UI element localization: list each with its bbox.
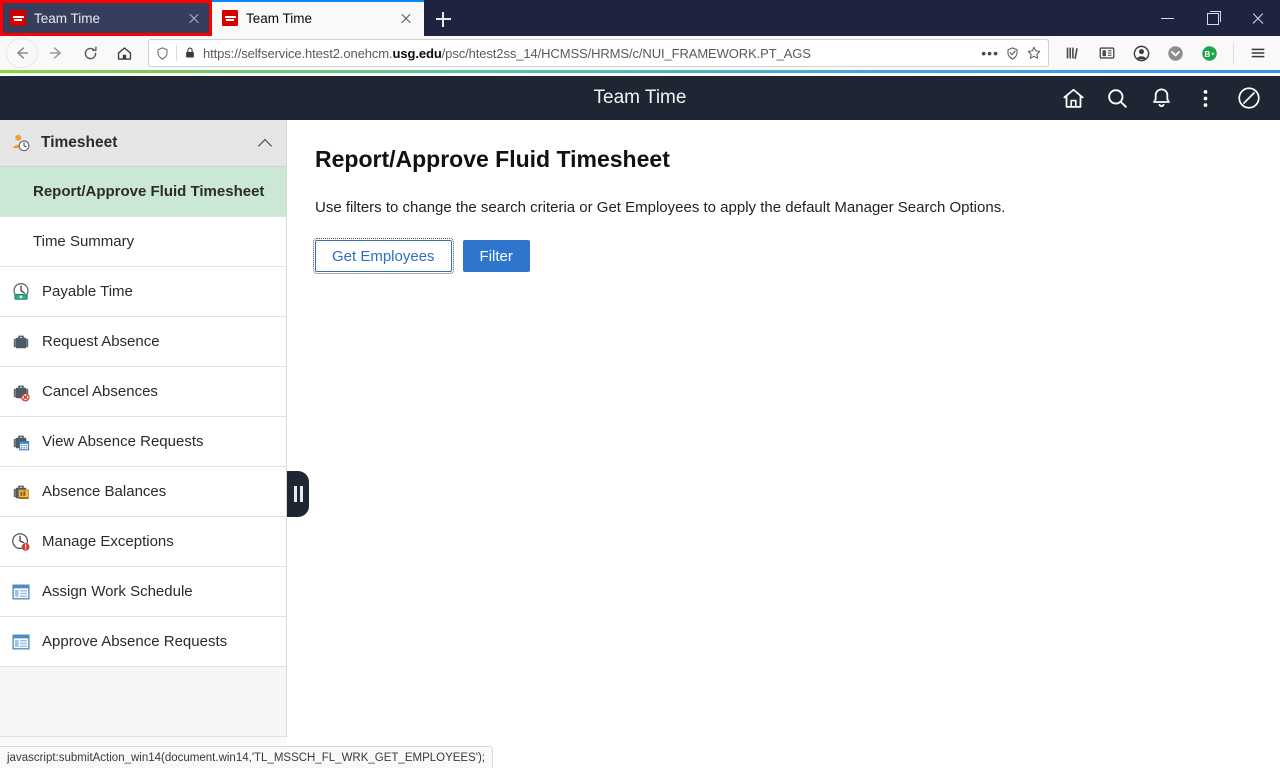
sidebar-item-label: Cancel Absences bbox=[42, 383, 158, 400]
sidebar-item-view-absence-requests[interactable]: View Absence Requests bbox=[0, 417, 286, 467]
divider bbox=[1233, 43, 1234, 63]
sidebar-item-label: Manage Exceptions bbox=[42, 533, 174, 550]
tab-title: Team Time bbox=[246, 10, 313, 26]
sidebar-navigation: Timesheet Report/Approve Fluid Timesheet… bbox=[0, 120, 287, 737]
forward-icon[interactable] bbox=[40, 38, 72, 68]
notifications-icon[interactable] bbox=[1142, 79, 1180, 117]
sidebar-item-absence-balances[interactable]: Absence Balances bbox=[0, 467, 286, 517]
browser-tab-1[interactable]: Team Time bbox=[0, 0, 212, 36]
library-icon[interactable] bbox=[1057, 38, 1089, 68]
close-icon[interactable] bbox=[396, 8, 416, 28]
sidebar-item-label: Absence Balances bbox=[42, 483, 167, 500]
sidebar-item-manage-exceptions[interactable]: Manage Exceptions bbox=[0, 517, 286, 567]
app-menu-icon[interactable] bbox=[1242, 38, 1274, 68]
url-prefix: https://selfservice.htest2.onehcm. bbox=[203, 45, 393, 61]
page-description: Use filters to change the search criteri… bbox=[315, 199, 1006, 216]
sidebar-header-label: Timesheet bbox=[41, 134, 118, 151]
briefcase-calendar-icon bbox=[10, 431, 32, 453]
sidebar-icon[interactable] bbox=[1091, 38, 1123, 68]
sidebar-header-timesheet[interactable]: Timesheet bbox=[0, 120, 286, 167]
sidebar-item-request-absence[interactable]: Request Absence bbox=[0, 317, 286, 367]
page-actions-icon[interactable]: ••• bbox=[981, 45, 999, 61]
maximize-icon[interactable] bbox=[1190, 0, 1235, 36]
app-body: Timesheet Report/Approve Fluid Timesheet… bbox=[0, 120, 1280, 746]
window-icon bbox=[10, 581, 32, 603]
url-domain: usg.edu bbox=[392, 45, 442, 61]
sidebar-item-label: Payable Time bbox=[42, 283, 133, 300]
svg-text:+: + bbox=[1210, 50, 1214, 57]
sidebar-filler bbox=[0, 667, 286, 737]
bitwarden-icon[interactable]: B + bbox=[1193, 38, 1225, 68]
oracle-favicon bbox=[10, 10, 26, 26]
clock-alert-icon bbox=[10, 531, 32, 553]
collapse-sidebar-handle[interactable] bbox=[287, 471, 309, 517]
back-icon[interactable] bbox=[6, 38, 38, 68]
briefcase-balance-icon bbox=[10, 481, 32, 503]
url-path: /psc/htest2ss_14/HCMSS/HRMS/c/NUI_FRAMEW… bbox=[441, 45, 811, 61]
pocket-save-icon[interactable] bbox=[1005, 46, 1020, 61]
tab-strip: Team Time Team Time bbox=[0, 0, 1280, 36]
browser-window: Team Time Team Time https://selfservice.… bbox=[0, 0, 1280, 768]
home-icon[interactable] bbox=[108, 38, 140, 68]
main-content: Report/Approve Fluid Timesheet Use filte… bbox=[287, 120, 1280, 746]
close-icon[interactable] bbox=[184, 8, 204, 28]
status-bar: javascript:submitAction_win14(document.w… bbox=[0, 746, 493, 768]
tab-title: Team Time bbox=[34, 10, 101, 26]
action-button-row: Get Employees Filter bbox=[313, 238, 1280, 274]
sidebar-item-assign-work-schedule[interactable]: Assign Work Schedule bbox=[0, 567, 286, 617]
minimize-icon[interactable] bbox=[1145, 0, 1190, 36]
peoplesoft-app: Team Time Timesheet Report/Approve Fluid… bbox=[0, 76, 1280, 746]
filter-button[interactable]: Filter bbox=[462, 240, 530, 272]
browser-toolbar: https://selfservice.htest2.onehcm.usg.ed… bbox=[0, 36, 1280, 70]
search-icon[interactable] bbox=[1098, 79, 1136, 117]
sidebar-item-time-summary[interactable]: Time Summary bbox=[0, 217, 286, 267]
sidebar-item-payable-time[interactable]: Payable Time bbox=[0, 267, 286, 317]
get-employees-button[interactable]: Get Employees bbox=[313, 238, 454, 274]
window-icon bbox=[10, 631, 32, 653]
reload-icon[interactable] bbox=[74, 38, 106, 68]
new-tab-button[interactable] bbox=[424, 2, 462, 36]
sidebar-item-label: Assign Work Schedule bbox=[42, 583, 193, 600]
actions-menu-icon[interactable] bbox=[1186, 79, 1224, 117]
sidebar-item-label: View Absence Requests bbox=[42, 433, 204, 450]
window-close-icon[interactable] bbox=[1235, 0, 1280, 36]
home-icon[interactable] bbox=[1054, 79, 1092, 117]
app-header: Team Time bbox=[0, 76, 1280, 120]
account-icon[interactable] bbox=[1125, 38, 1157, 68]
sidebar-item-report-approve-fluid-timesheet[interactable]: Report/Approve Fluid Timesheet bbox=[0, 167, 286, 217]
sidebar-item-label: Time Summary bbox=[33, 233, 135, 250]
chevron-up-icon[interactable] bbox=[258, 135, 274, 151]
svg-text:B: B bbox=[1204, 49, 1210, 58]
briefcase-icon bbox=[10, 331, 32, 353]
sidebar-item-cancel-absences[interactable]: Cancel Absences bbox=[0, 367, 286, 417]
sidebar-item-label: Request Absence bbox=[42, 333, 160, 350]
window-controls bbox=[1145, 0, 1280, 36]
url-text: https://selfservice.htest2.onehcm.usg.ed… bbox=[203, 46, 975, 61]
person-clock-icon bbox=[10, 132, 32, 154]
navbar-icon[interactable] bbox=[1230, 79, 1268, 117]
browser-tab-2[interactable]: Team Time bbox=[212, 0, 424, 36]
page-load-progress bbox=[0, 70, 1280, 73]
sidebar-item-label: Report/Approve Fluid Timesheet bbox=[33, 183, 265, 200]
pocket-icon[interactable] bbox=[1159, 38, 1191, 68]
payable-time-icon bbox=[10, 281, 32, 303]
divider bbox=[176, 45, 177, 61]
app-header-actions bbox=[1054, 79, 1280, 117]
lock-icon[interactable] bbox=[183, 46, 197, 60]
briefcase-cancel-icon bbox=[10, 381, 32, 403]
sidebar-item-label: Approve Absence Requests bbox=[42, 633, 228, 650]
toolbar-right-icons: B + bbox=[1057, 38, 1274, 68]
sidebar-item-approve-absence-requests[interactable]: Approve Absence Requests bbox=[0, 617, 286, 667]
page-title: Report/Approve Fluid Timesheet bbox=[315, 146, 670, 172]
address-bar[interactable]: https://selfservice.htest2.onehcm.usg.ed… bbox=[148, 39, 1049, 67]
oracle-favicon bbox=[222, 10, 238, 26]
tracking-protection-icon[interactable] bbox=[155, 46, 170, 61]
bookmark-star-icon[interactable] bbox=[1026, 45, 1042, 61]
